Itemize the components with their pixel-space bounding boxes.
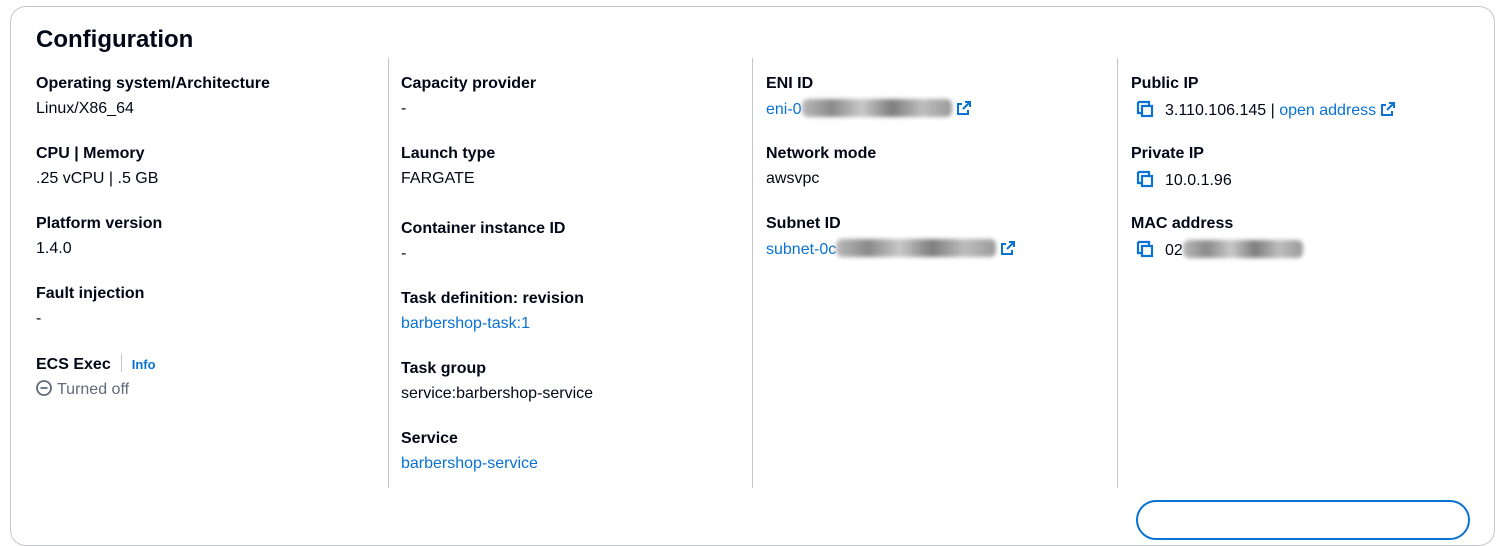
config-column-4: Public IP 3.110.106.145 | open address P… <box>1117 58 1487 488</box>
mac-address-value: 02 <box>1165 242 1183 259</box>
public-ip-field: Public IP 3.110.106.145 | open address <box>1131 74 1396 121</box>
os-value: Linux/X86_64 <box>36 100 134 117</box>
os-label: Operating system/Architecture <box>36 75 270 92</box>
cpu-memory-field: CPU | Memory .25 vCPU | .5 GB <box>36 144 158 189</box>
external-link-icon[interactable] <box>1000 240 1016 256</box>
public-ip-label: Public IP <box>1131 75 1199 92</box>
open-address-link[interactable]: open address <box>1279 102 1376 119</box>
eni-id-label: ENI ID <box>766 75 814 92</box>
fault-injection-value: - <box>36 310 42 327</box>
platform-version-field: Platform version 1.4.0 <box>36 214 162 259</box>
ecs-exec-label: ECS Exec <box>36 356 111 373</box>
next-section-button-partial[interactable] <box>1136 500 1470 540</box>
platform-version-value: 1.4.0 <box>36 240 72 257</box>
network-mode-field: Network mode awsvpc <box>766 144 876 189</box>
network-mode-label: Network mode <box>766 145 877 162</box>
service-link[interactable]: barbershop-service <box>401 455 538 472</box>
fault-injection-field: Fault injection - <box>36 284 144 329</box>
config-column-1: Operating system/Architecture Linux/X86_… <box>36 58 386 488</box>
os-field: Operating system/Architecture Linux/X86_… <box>36 74 270 119</box>
redacted-blur <box>836 239 997 257</box>
mac-address-row: 02 <box>1131 239 1303 261</box>
platform-version-label: Platform version <box>36 215 163 232</box>
public-ip-row: 3.110.106.145 | open address <box>1131 99 1396 121</box>
public-ip-value: 3.110.106.145 <box>1165 102 1267 119</box>
status-off-icon <box>36 380 52 396</box>
label-divider <box>120 354 122 372</box>
private-ip-label: Private IP <box>1131 145 1204 162</box>
task-definition-label: Task definition: revision <box>401 290 584 307</box>
config-column-3: ENI ID eni-0 Network mode awsvpc Subnet … <box>752 58 1117 488</box>
copy-icon[interactable] <box>1135 239 1155 259</box>
section-title: Configuration <box>36 26 194 53</box>
copy-icon[interactable] <box>1135 169 1155 189</box>
config-column-2: Capacity provider - Launch type FARGATE … <box>388 58 752 488</box>
service-label: Service <box>401 430 458 447</box>
task-group-label: Task group <box>401 360 487 377</box>
private-ip-value: 10.0.1.96 <box>1165 172 1232 189</box>
network-mode-value: awsvpc <box>766 170 820 187</box>
ecs-exec-info-link[interactable]: Info <box>132 357 156 372</box>
ecs-exec-value: Turned off <box>57 381 130 398</box>
eni-id-field: ENI ID eni-0 <box>766 74 972 120</box>
private-ip-row: 10.0.1.96 <box>1131 169 1232 191</box>
ecs-exec-field: ECS Exec Info Turned off <box>36 354 156 400</box>
capacity-provider-value: - <box>401 100 407 117</box>
task-definition-field: Task definition: revision barbershop-tas… <box>401 289 584 334</box>
eni-id-value[interactable]: eni-0 <box>766 101 802 118</box>
external-link-icon[interactable] <box>956 100 972 116</box>
task-group-value: service:barbershop-service <box>401 385 594 402</box>
container-instance-label: Container instance ID <box>401 220 566 237</box>
task-group-field: Task group service:barbershop-service <box>401 359 593 404</box>
capacity-provider-field: Capacity provider - <box>401 74 536 119</box>
cpu-memory-value: .25 vCPU | .5 GB <box>36 170 159 187</box>
capacity-provider-label: Capacity provider <box>401 75 537 92</box>
subnet-id-value[interactable]: subnet-0c <box>766 241 836 258</box>
service-field: Service barbershop-service <box>401 429 538 474</box>
subnet-id-label: Subnet ID <box>766 215 841 232</box>
mac-address-label: MAC address <box>1131 215 1234 232</box>
redacted-blur <box>801 99 952 117</box>
private-ip-field: Private IP 10.0.1.96 <box>1131 144 1232 191</box>
mac-address-field: MAC address 02 <box>1131 214 1303 261</box>
subnet-id-field: Subnet ID subnet-0c <box>766 214 1016 260</box>
ecs-exec-label-row: ECS Exec Info <box>36 354 156 375</box>
public-ip-separator: | <box>1270 102 1275 119</box>
eni-id-link[interactable]: eni-0 <box>766 99 972 120</box>
subnet-id-link[interactable]: subnet-0c <box>766 239 1016 260</box>
ecs-exec-status: Turned off <box>36 380 156 400</box>
task-definition-link[interactable]: barbershop-task:1 <box>401 315 530 332</box>
launch-type-field: Launch type FARGATE <box>401 144 495 189</box>
fault-injection-label: Fault injection <box>36 285 145 302</box>
external-link-icon[interactable] <box>1380 101 1396 117</box>
launch-type-label: Launch type <box>401 145 496 162</box>
copy-icon[interactable] <box>1135 99 1155 119</box>
launch-type-value: FARGATE <box>401 170 475 187</box>
container-instance-field: Container instance ID - <box>401 219 565 264</box>
container-instance-value: - <box>401 245 407 262</box>
redacted-blur <box>1182 240 1303 258</box>
cpu-memory-label: CPU | Memory <box>36 145 145 162</box>
